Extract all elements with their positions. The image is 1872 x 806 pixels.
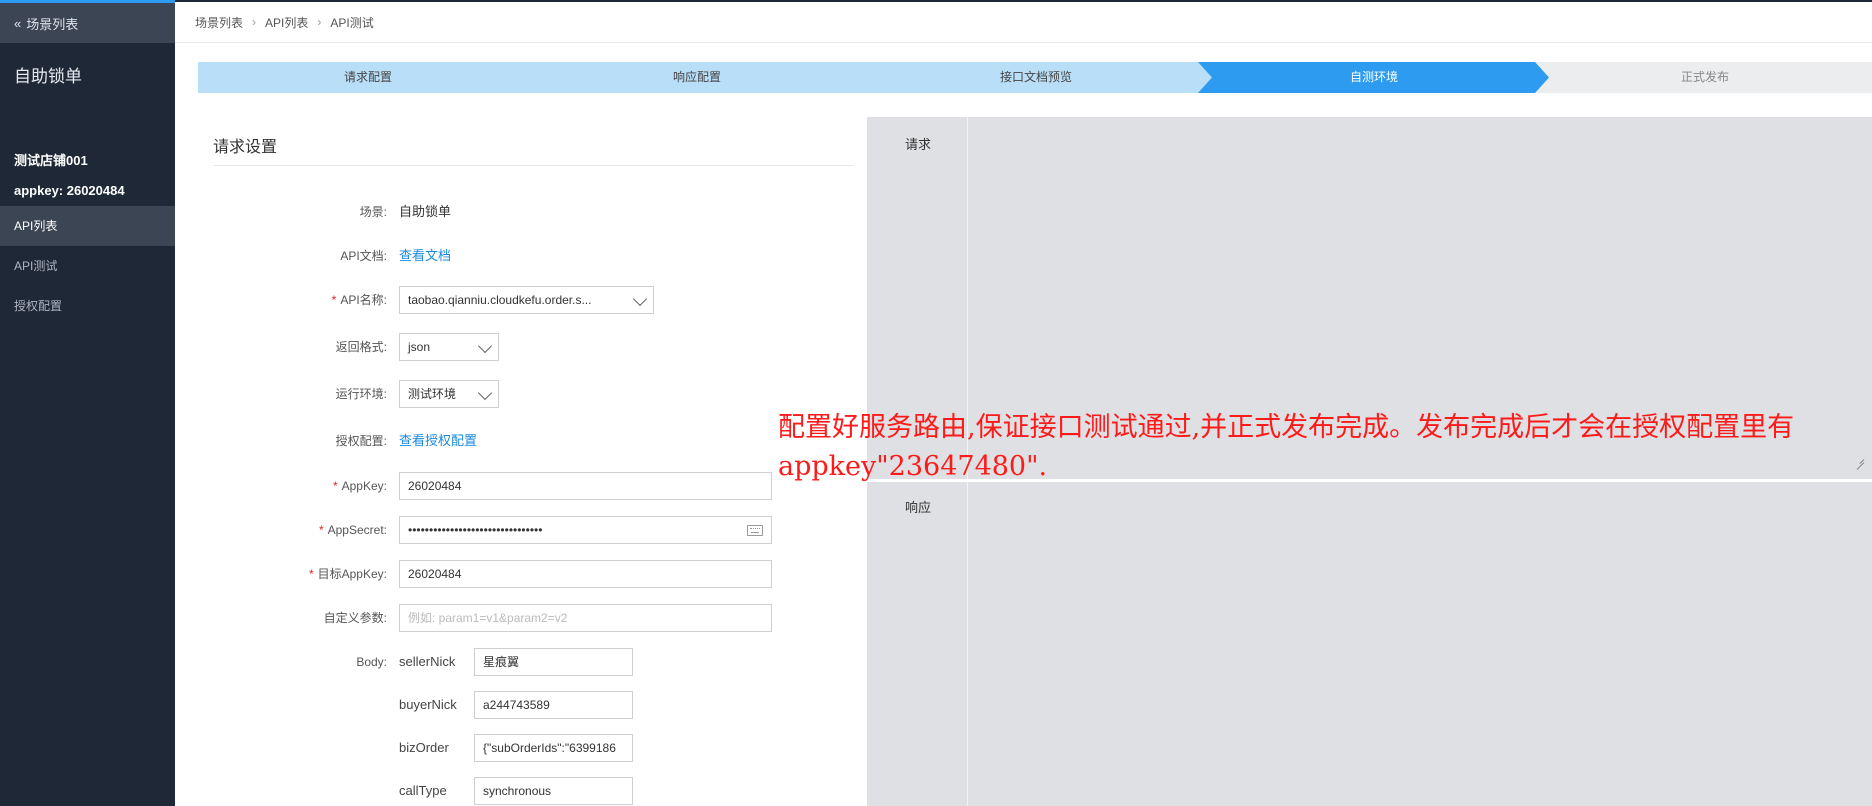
body-key-call-type: callType <box>399 783 447 798</box>
annotation-text: 配置好服务路由,保证接口测试通过,并正式发布完成。发布完成后才会在授权配置里有a… <box>778 412 1795 482</box>
target-appkey-row: * 目标AppKey: 26020484 <box>213 560 873 588</box>
sidebar-item-api-test[interactable]: API测试 <box>0 246 175 286</box>
body-row-call-type: callType synchronous <box>213 777 873 805</box>
sidebar-item-auth-config[interactable]: 授权配置 <box>0 286 175 326</box>
appsecret-label: * AppSecret: <box>319 516 387 544</box>
appkey-input[interactable]: 26020484 <box>399 472 772 500</box>
return-format-row: 返回格式: json <box>213 333 873 361</box>
back-to-scene-list[interactable]: « 场景列表 <box>0 0 175 43</box>
return-format-value: json <box>408 340 431 354</box>
api-name-label-text: API名称: <box>340 293 387 307</box>
body-label: Body: <box>356 655 387 669</box>
keyboard-icon[interactable] <box>747 525 763 536</box>
response-label: 响应 <box>905 500 932 515</box>
run-env-select[interactable]: 测试环境 <box>399 380 499 408</box>
custom-params-label: 自定义参数: <box>323 611 387 625</box>
appsecret-label-text: AppSecret: <box>327 523 387 537</box>
scene-row: 场景: 自助锁单 <box>213 198 873 226</box>
appkey-row: * AppKey: 26020484 <box>213 472 873 500</box>
run-env-row: 运行环境: 测试环境 <box>213 380 873 408</box>
step-release[interactable]: 正式发布 <box>1535 62 1872 93</box>
scene-label: 场景: <box>359 205 387 219</box>
request-label: 请求 <box>905 137 932 152</box>
body-key-biz-order: bizOrder <box>399 740 449 755</box>
step-self-test[interactable]: 自测环境 <box>1198 62 1550 93</box>
seller-nick-input[interactable]: 星痕翼 <box>474 648 633 676</box>
run-env-label: 运行环境: <box>335 387 387 401</box>
chevron-down-icon <box>477 385 493 401</box>
return-format-label: 返回格式: <box>335 340 387 354</box>
sidebar: « 场景列表 自助锁单 测试店铺001 appkey: 26020484 API… <box>0 0 175 806</box>
return-format-select[interactable]: json <box>399 333 499 361</box>
appsecret-value: •••••••••••••••••••••••••••••••• <box>408 523 543 537</box>
appkey-label-text: AppKey: <box>341 479 387 493</box>
required-mark: * <box>332 479 338 493</box>
custom-params-row: 自定义参数: 例如: param1=v1&param2=v2 <box>213 604 873 632</box>
appkey-text: appkey: 26020484 <box>14 183 125 198</box>
api-name-label: * API名称: <box>332 286 387 314</box>
call-type-input[interactable]: synchronous <box>474 777 633 805</box>
heading-divider <box>213 165 853 166</box>
api-name-row: * API名称: taobao.qianniu.cloudkefu.order.s… <box>213 286 873 314</box>
biz-order-input[interactable]: {"subOrderIds":"6399186 <box>474 734 633 762</box>
target-appkey-label: * 目标AppKey: <box>309 560 387 588</box>
view-auth-config-link[interactable]: 查看授权配置 <box>399 427 477 455</box>
double-chevron-left-icon: « <box>14 15 21 31</box>
breadcrumb-api-test: API测试 <box>330 15 374 30</box>
appkey-label: * AppKey: <box>333 472 387 500</box>
view-doc-link[interactable]: 查看文档 <box>399 242 451 270</box>
step-request-config[interactable]: 请求配置 <box>198 62 538 93</box>
back-label: 场景列表 <box>26 16 79 32</box>
store-name: 测试店铺001 <box>14 153 88 168</box>
breadcrumb-scene-list[interactable]: 场景列表 <box>195 14 243 31</box>
chevron-down-icon <box>477 338 493 354</box>
body-key-buyer-nick: buyerNick <box>399 697 457 712</box>
scene-title: 自助锁单 <box>14 67 82 86</box>
body-row-seller-nick: Body: sellerNick 星痕翼 <box>213 648 873 676</box>
step-response-config[interactable]: 响应配置 <box>520 62 874 93</box>
chevron-right-icon: › <box>252 15 257 29</box>
api-name-select[interactable]: taobao.qianniu.cloudkefu.order.s... <box>399 286 654 314</box>
chevron-down-icon <box>632 291 648 307</box>
required-mark: * <box>308 567 314 581</box>
appsecret-row: * AppSecret: ••••••••••••••••••••••••••••… <box>213 516 873 544</box>
scene-value: 自助锁单 <box>399 204 452 219</box>
auth-config-label: 授权配置: <box>335 434 387 448</box>
required-mark: * <box>318 523 324 537</box>
body-row-buyer-nick: buyerNick a244743589 <box>213 691 873 719</box>
buyer-nick-input[interactable]: a244743589 <box>474 691 633 719</box>
target-appkey-label-text: 目标AppKey: <box>317 567 387 581</box>
step-doc-preview[interactable]: 接口文档预览 <box>859 62 1213 93</box>
appsecret-input[interactable]: •••••••••••••••••••••••••••••••• <box>399 516 772 544</box>
auth-config-row: 授权配置: 查看授权配置 <box>213 427 873 455</box>
custom-params-input[interactable]: 例如: param1=v1&param2=v2 <box>399 604 772 632</box>
api-name-value: taobao.qianniu.cloudkefu.order.s... <box>408 293 592 307</box>
breadcrumb-api-list[interactable]: API列表 <box>265 14 308 31</box>
app-root: « 场景列表 自助锁单 测试店铺001 appkey: 26020484 API… <box>0 0 1872 806</box>
progress-steps: 请求配置 响应配置 接口文档预览 自测环境 正式发布 <box>198 62 1872 93</box>
required-mark: * <box>331 293 337 307</box>
api-doc-label: API文档: <box>340 249 387 263</box>
target-appkey-input[interactable]: 26020484 <box>399 560 772 588</box>
body-key-seller-nick: sellerNick <box>399 654 456 669</box>
breadcrumb: 场景列表 › API列表 › API测试 <box>175 0 1872 43</box>
request-settings-heading: 请求设置 <box>213 139 278 156</box>
run-env-value: 测试环境 <box>408 387 457 401</box>
chevron-right-icon: › <box>317 15 322 29</box>
api-doc-row: API文档: 查看文档 <box>213 242 873 270</box>
sidebar-item-api-list[interactable]: API列表 <box>0 206 175 246</box>
body-row-biz-order: bizOrder {"subOrderIds":"6399186 <box>213 734 873 762</box>
